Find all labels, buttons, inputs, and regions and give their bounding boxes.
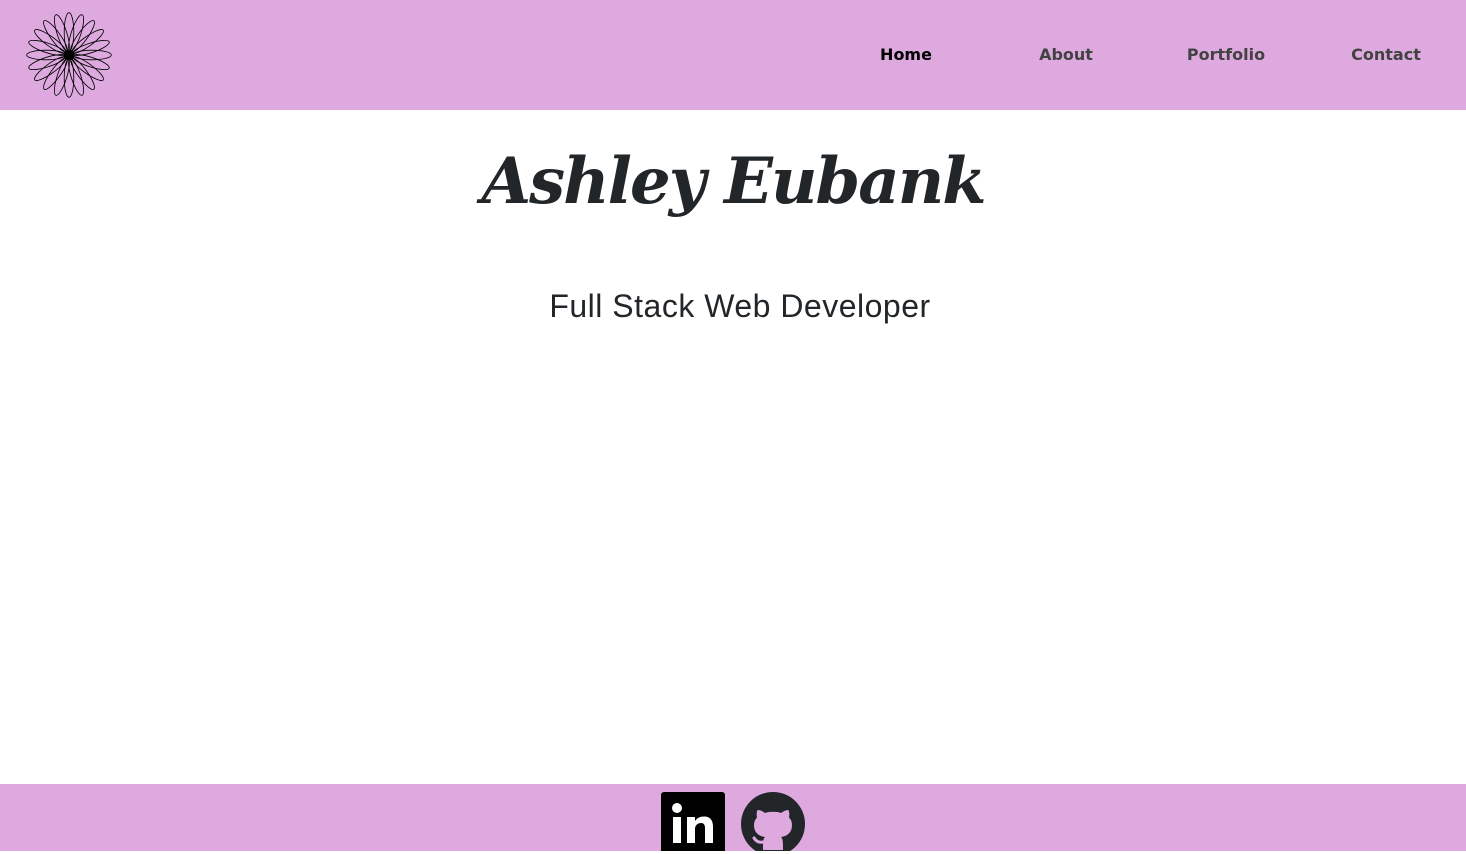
- nav-portfolio-link[interactable]: Portfolio: [1166, 44, 1286, 66]
- linkedin-icon[interactable]: [661, 792, 725, 851]
- nav-contact-link[interactable]: Contact: [1326, 44, 1446, 66]
- github-icon[interactable]: [741, 792, 805, 851]
- hero-section: Ashley Eubank Full Stack Web Developer: [0, 110, 1466, 784]
- subtitle: Full Stack Web Developer: [549, 288, 931, 324]
- main-nav: Home About Portfolio Contact: [0, 0, 1466, 110]
- site-header: Home About Portfolio Contact: [0, 0, 1466, 110]
- page-title: Ashley Eubank: [481, 144, 986, 219]
- nav-home-link[interactable]: Home: [846, 44, 966, 66]
- site-footer: [0, 784, 1466, 851]
- nav-about-link[interactable]: About: [1006, 44, 1126, 66]
